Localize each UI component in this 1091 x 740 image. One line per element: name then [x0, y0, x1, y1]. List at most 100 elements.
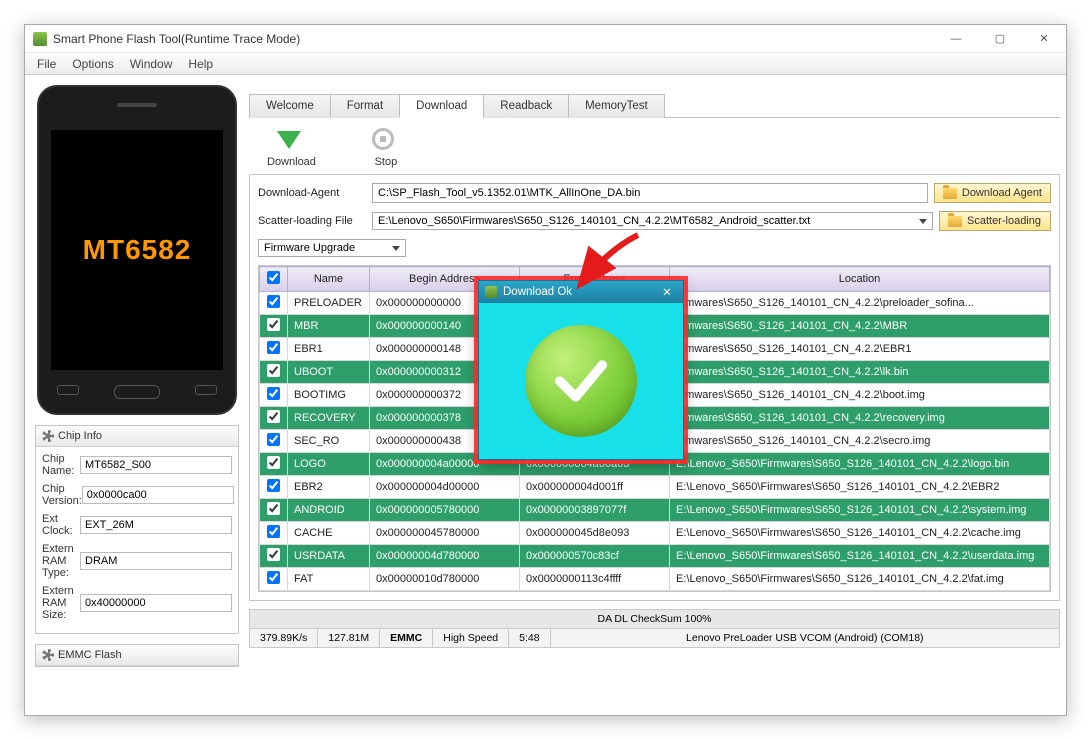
app-icon — [485, 286, 497, 298]
cell-location: E:\Lenovo_S650\Firmwares\S650_S126_14010… — [670, 522, 1050, 545]
tab-download[interactable]: Download — [399, 94, 484, 118]
download-arrow-icon — [277, 131, 301, 149]
table-row[interactable]: EBR20x000000004d000000x000000004d001ffE:… — [260, 476, 1050, 499]
status-storage: EMMC — [380, 629, 433, 647]
cell-end: 0x00000003897077f — [520, 499, 670, 522]
row-checkbox[interactable] — [267, 433, 280, 446]
download-button[interactable]: Download — [267, 126, 316, 168]
cell-end: 0x000000004d001ff — [520, 476, 670, 499]
success-check-icon — [525, 325, 637, 437]
phone-menu-icon — [195, 385, 217, 395]
gear-icon — [42, 649, 54, 661]
tab-format[interactable]: Format — [330, 94, 400, 118]
chevron-down-icon — [392, 246, 400, 251]
emmc-panel: EMMC Flash — [35, 644, 239, 667]
col-location[interactable]: Location — [670, 267, 1050, 292]
toolbar: Download Stop — [249, 118, 1060, 174]
select-all-checkbox[interactable] — [267, 271, 280, 284]
row-checkbox[interactable] — [267, 456, 280, 469]
maximize-button[interactable]: ▢ — [978, 25, 1022, 53]
row-checkbox[interactable] — [267, 364, 280, 377]
minimize-button[interactable]: — — [934, 25, 978, 53]
cell-location: E:\Lenovo_S650\Firmwares\S650_S126_14010… — [670, 453, 1050, 476]
row-checkbox[interactable] — [267, 410, 280, 423]
cell-location: ...mwares\S650_S126_140101_CN_4.2.2\reco… — [670, 407, 1050, 430]
da-browse-button[interactable]: Download Agent — [934, 183, 1051, 203]
chip-name-label: Chip Name: — [42, 453, 80, 477]
left-pane: MT6582 Chip Info Chip Name: Chip Version… — [25, 75, 249, 715]
row-checkbox[interactable] — [267, 502, 280, 515]
chip-label: MT6582 — [83, 234, 192, 266]
dialog-close-button[interactable]: ✕ — [657, 285, 677, 299]
phone-screen: MT6582 — [51, 130, 223, 370]
chip-version-label: Chip Version: — [42, 483, 82, 507]
chip-version-field[interactable] — [82, 486, 234, 504]
ext-clock-field[interactable] — [80, 516, 232, 534]
table-row[interactable]: USRDATA0x00000004d7800000x000000570c83cf… — [260, 545, 1050, 568]
close-button[interactable]: ✕ — [1022, 25, 1066, 53]
cell-name: ANDROID — [288, 499, 370, 522]
annotation-arrow-icon — [568, 230, 648, 300]
menu-window[interactable]: Window — [122, 55, 181, 73]
row-checkbox[interactable] — [267, 341, 280, 354]
col-check[interactable] — [260, 267, 288, 292]
menubar: File Options Window Help — [25, 53, 1066, 75]
table-row[interactable]: FAT0x00000010d7800000x0000000113c4ffffE:… — [260, 568, 1050, 591]
phone-preview: MT6582 — [37, 85, 237, 415]
table-row[interactable]: CACHE0x0000000457800000x000000045d8e093E… — [260, 522, 1050, 545]
ram-type-field[interactable] — [80, 552, 232, 570]
dialog-title: Download Ok — [503, 286, 572, 298]
emmc-header: EMMC Flash — [58, 649, 122, 661]
row-checkbox[interactable] — [267, 318, 280, 331]
scatter-path-combo[interactable]: E:\Lenovo_S650\Firmwares\S650_S126_14010… — [372, 212, 933, 230]
cell-location: E:\Lenovo_S650\Firmwares\S650_S126_14010… — [670, 545, 1050, 568]
cell-location: ...mwares\S650_S126_140101_CN_4.2.2\prel… — [670, 292, 1050, 315]
cell-name: MBR — [288, 315, 370, 338]
cell-name: RECOVERY — [288, 407, 370, 430]
cell-location: ...mwares\S650_S126_140101_CN_4.2.2\MBR — [670, 315, 1050, 338]
ram-size-field[interactable] — [80, 594, 232, 612]
scatter-label: Scatter-loading File — [258, 215, 366, 227]
status-device: Lenovo PreLoader USB VCOM (Android) (COM… — [551, 629, 1059, 647]
row-checkbox[interactable] — [267, 479, 280, 492]
cell-location: ...mwares\S650_S126_140101_CN_4.2.2\EBR1 — [670, 338, 1050, 361]
row-checkbox[interactable] — [267, 548, 280, 561]
window-title: Smart Phone Flash Tool(Runtime Trace Mod… — [53, 32, 934, 46]
cell-location: E:\Lenovo_S650\Firmwares\S650_S126_14010… — [670, 499, 1050, 522]
col-name[interactable]: Name — [288, 267, 370, 292]
cell-name: LOGO — [288, 453, 370, 476]
table-row[interactable]: ANDROID0x0000000057800000x00000003897077… — [260, 499, 1050, 522]
cell-name: UBOOT — [288, 361, 370, 384]
cell-location: E:\Lenovo_S650\Firmwares\S650_S126_14010… — [670, 568, 1050, 591]
scatter-browse-button[interactable]: Scatter-loading — [939, 211, 1051, 231]
chip-info-panel: Chip Info Chip Name: Chip Version: Ext C… — [35, 425, 239, 634]
row-checkbox[interactable] — [267, 571, 280, 584]
menu-options[interactable]: Options — [64, 55, 121, 73]
cell-name: PRELOADER — [288, 292, 370, 315]
row-checkbox[interactable] — [267, 295, 280, 308]
status-mode: High Speed — [433, 629, 509, 647]
mode-select[interactable]: Firmware Upgrade — [258, 239, 406, 257]
chip-info-header: Chip Info — [58, 430, 102, 442]
tab-readback[interactable]: Readback — [483, 94, 569, 118]
da-label: Download-Agent — [258, 187, 366, 199]
row-checkbox[interactable] — [267, 525, 280, 538]
folder-icon — [943, 188, 957, 199]
tab-memorytest[interactable]: MemoryTest — [568, 94, 665, 118]
download-ok-dialog: Download Ok ✕ — [478, 280, 684, 460]
tab-welcome[interactable]: Welcome — [249, 94, 331, 118]
menu-file[interactable]: File — [29, 55, 64, 73]
cell-end: 0x000000045d8e093 — [520, 522, 670, 545]
chip-name-field[interactable] — [80, 456, 232, 474]
cell-location: E:\Lenovo_S650\Firmwares\S650_S126_14010… — [670, 476, 1050, 499]
menu-help[interactable]: Help — [180, 55, 221, 73]
stop-button[interactable]: Stop — [372, 126, 400, 168]
folder-icon — [948, 216, 962, 227]
row-checkbox[interactable] — [267, 387, 280, 400]
da-path-input[interactable] — [372, 183, 928, 203]
titlebar[interactable]: Smart Phone Flash Tool(Runtime Trace Mod… — [25, 25, 1066, 53]
cell-location: ...mwares\S650_S126_140101_CN_4.2.2\lk.b… — [670, 361, 1050, 384]
cell-name: FAT — [288, 568, 370, 591]
app-icon — [33, 32, 47, 46]
cell-name: USRDATA — [288, 545, 370, 568]
